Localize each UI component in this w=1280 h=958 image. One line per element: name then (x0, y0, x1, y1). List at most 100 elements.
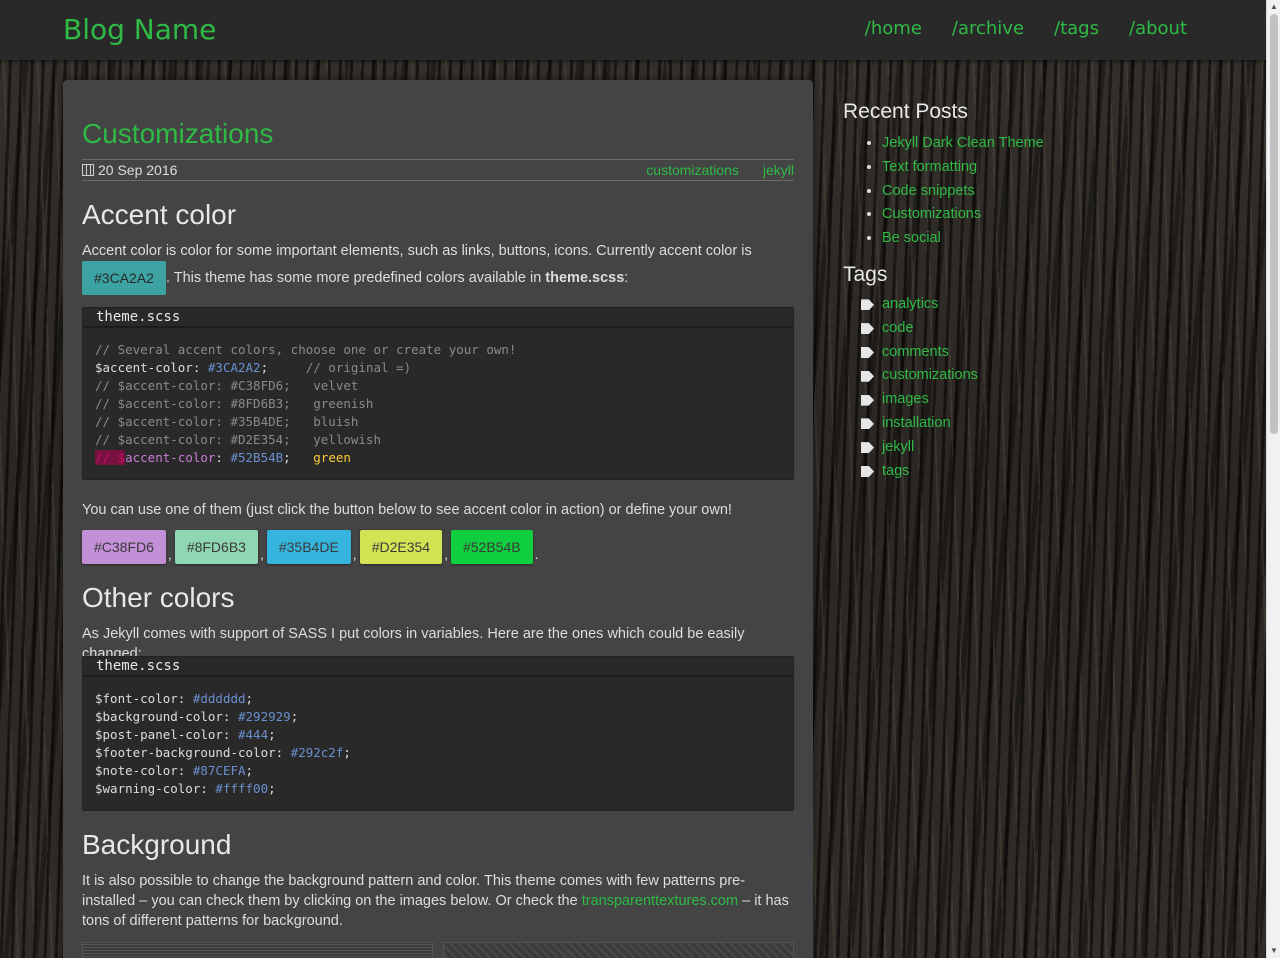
list-item: jekyll (843, 436, 1223, 460)
code-block-other: theme.scss $font-color: #dddddd; $backgro… (82, 656, 794, 811)
nav-home[interactable]: /home (865, 18, 922, 39)
code-punct: ; (290, 709, 299, 724)
accent-color-button[interactable]: #8FD6B3 (174, 530, 258, 564)
scrollbar-thumb[interactable] (1270, 14, 1278, 434)
accent-intro-text: Accent color is color for some important… (82, 243, 752, 259)
list-item: tags (843, 460, 1223, 484)
code-value: #292c2f (290, 745, 344, 760)
recent-post-link[interactable]: Text formatting (882, 159, 977, 175)
code-line: // $accent-color: #C38FD6; velvet (95, 377, 781, 395)
buttons-intro: You can use one of them (just click the … (82, 502, 732, 518)
tag-icon (861, 323, 874, 335)
page-scrollbar[interactable]: ▲ ▼ (1266, 0, 1280, 958)
code-variable: accent-color (125, 450, 216, 465)
code-variable: $background-color: (95, 709, 238, 724)
code-line: $warning-color: #ffff00; (95, 780, 781, 798)
code-value: #444 (238, 727, 269, 742)
nav-about[interactable]: /about (1129, 18, 1187, 39)
code-comment: // $accent-color: #C38FD6; velvet (95, 378, 359, 393)
post-tag-jekyll[interactable]: jekyll (763, 162, 794, 178)
list-item: images (843, 388, 1223, 412)
accent-intro-after: . This theme has some more predefined co… (165, 269, 542, 286)
tag-link[interactable]: code (882, 317, 913, 341)
code-block-title: theme.scss (83, 308, 793, 328)
separator: , (259, 546, 264, 562)
recent-post-link[interactable]: Be social (882, 230, 941, 246)
accent-color-button[interactable]: #52B54B (450, 530, 533, 564)
blog-name-link[interactable]: Blog Name (63, 13, 216, 46)
code-value: #52B54B (230, 450, 284, 465)
tag-link[interactable]: comments (882, 341, 949, 365)
code-punct: ; (268, 781, 276, 796)
tag-link[interactable]: analytics (882, 293, 938, 317)
code-line: // Several accent colors, choose one or … (95, 341, 781, 359)
code-punct: ; (260, 360, 269, 375)
code-value: #87CEFA (192, 763, 246, 778)
code-variable: $footer-background-color: (95, 745, 291, 760)
post-tag-customizations[interactable]: customizations (646, 162, 739, 178)
accent-color-chip[interactable]: #3CA2A2 (82, 261, 166, 295)
code-line: // $accent-color: #35B4DE; bluish (95, 413, 781, 431)
recent-post-link[interactable]: Jekyll Dark Clean Theme (882, 135, 1044, 151)
background-thumbnail[interactable] (443, 942, 794, 958)
list-item: comments (843, 341, 1223, 365)
accent-color-button[interactable]: #D2E354 (359, 530, 443, 564)
code-variable: $warning-color: (95, 781, 216, 796)
list-item: installation (843, 412, 1223, 436)
recent-post-link[interactable]: Code snippets (882, 183, 975, 199)
tag-link[interactable]: jekyll (882, 436, 914, 460)
section-heading-other: Other colors (82, 582, 235, 613)
tags-title: Tags (843, 262, 888, 286)
code-block-title-2: theme.scss (83, 657, 793, 677)
accent-color-button[interactable]: #C38FD6 (82, 530, 166, 564)
separator: , (444, 546, 448, 562)
code-line: $accent-color: #3CA2A2; // original =) (95, 359, 781, 377)
code-comment: // $accent-color: #D2E354; yellowish (95, 432, 381, 447)
tag-link[interactable]: customizations (882, 364, 978, 388)
scroll-up-arrow-icon[interactable]: ▲ (1267, 0, 1280, 14)
list-item: code (843, 317, 1223, 341)
separator: , (167, 546, 172, 562)
scroll-down-arrow-icon[interactable]: ▼ (1267, 944, 1280, 958)
code-variable: $post-panel-color: (95, 727, 238, 742)
code-punct: ; (245, 691, 254, 706)
recent-post-link[interactable]: Customizations (882, 206, 981, 222)
tag-link[interactable]: installation (882, 412, 951, 436)
code-comment: // Several accent colors, choose one or … (95, 342, 517, 357)
code-line: $background-color: #292929; (95, 708, 781, 726)
separator: . (534, 546, 539, 562)
tag-link[interactable]: tags (882, 460, 909, 484)
tag-icon (861, 370, 874, 382)
code-line: $footer-background-color: #292c2f; (95, 744, 781, 762)
list-item: Be social (882, 227, 1223, 251)
post-date: 20 Sep 2016 (82, 162, 177, 178)
nav-archive[interactable]: /archive (952, 18, 1024, 39)
code-comment: // original =) (268, 360, 412, 375)
list-item: Jekyll Dark Clean Theme (882, 132, 1223, 156)
nav-tags[interactable]: /tags (1054, 18, 1099, 39)
site-header: Blog Name /home /archive /tags /about (0, 0, 1266, 60)
background-thumbnail[interactable] (82, 942, 433, 958)
transparenttextures-link[interactable]: transparenttextures.com (582, 893, 738, 909)
accent-color-button[interactable]: #35B4DE (266, 530, 351, 564)
code-body-other: $font-color: #dddddd; $background-color: … (83, 677, 793, 810)
section-heading-background: Background (82, 829, 232, 860)
post-title: Customizations (82, 118, 274, 149)
tag-link[interactable]: images (882, 388, 929, 412)
tag-icon (861, 418, 874, 430)
code-value: #dddddd (192, 691, 246, 706)
code-line: $note-color: #87CEFA; (95, 762, 781, 780)
post-meta: 20 Sep 2016 customizations jekyll (82, 159, 794, 181)
tag-icon (861, 394, 874, 406)
code-line: // $accent-color: #8FD6B3; greenish (95, 395, 781, 413)
code-punct: ; (245, 763, 254, 778)
code-body-accent: // Several accent colors, choose one or … (83, 328, 793, 479)
code-punct: ; (343, 745, 351, 760)
recent-posts-title: Recent Posts (843, 100, 968, 123)
code-punct: : (215, 450, 231, 465)
list-item: analytics (843, 293, 1223, 317)
section-heading-accent: Accent color (82, 199, 237, 230)
code-punct: ; (283, 450, 314, 465)
code-variable: $font-color: (95, 691, 193, 706)
tag-icon (861, 299, 874, 311)
